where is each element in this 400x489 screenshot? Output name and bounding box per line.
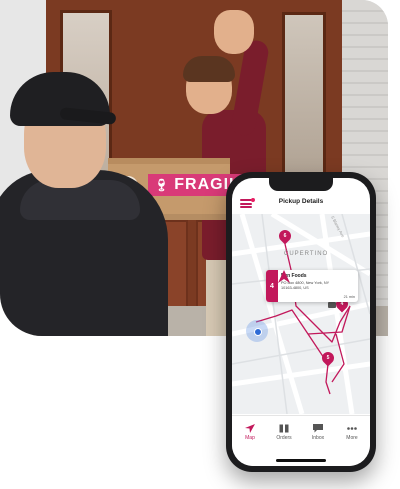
smartphone: Pickup Details S Blaney Ave CUPERTINO 6 … [226,172,376,472]
navigation-arrow-icon[interactable] [278,270,290,283]
stop-address-line2: 10163-4800, US [281,285,309,290]
map-streets [232,214,370,414]
current-location-dot [246,320,268,342]
more-dots-icon [347,427,357,430]
boy-waving-hand [214,10,254,54]
tab-inbox[interactable]: Inbox [302,424,334,441]
tab-orders[interactable]: Orders [268,424,300,441]
phone-screen: Pickup Details S Blaney Ave CUPERTINO 6 … [232,178,370,466]
tab-map[interactable]: Map [234,424,266,441]
boy-hair [183,56,235,82]
phone-notch [269,178,333,191]
box-icon [279,424,289,433]
map-pin[interactable]: 6 [276,227,294,245]
map-pin[interactable]: 5 [319,349,337,367]
stop-name: Fun Foods [281,273,307,279]
truck-icon [328,302,336,308]
chat-icon [313,424,323,433]
app-header: Pickup Details [232,196,370,212]
tab-more[interactable]: More [336,424,368,441]
stop-eta: 21 min [343,295,355,299]
home-indicator [276,459,326,462]
navigation-arrow-icon [245,424,255,433]
stop-card[interactable]: 4 Fun Foods PO Box 4800, New York, NY 10… [266,270,358,302]
stop-number-badge: 4 [266,270,278,302]
wine-glass-icon: 🍷︎ [154,178,171,192]
map-view[interactable]: S Blaney Ave CUPERTINO 6 4 5 4 Fun Foods [232,214,370,414]
box-tape [108,158,230,164]
city-label: CUPERTINO [284,251,329,257]
page-title: Pickup Details [278,198,324,205]
bottom-tab-bar: Map Orders Inbox More [232,415,370,466]
